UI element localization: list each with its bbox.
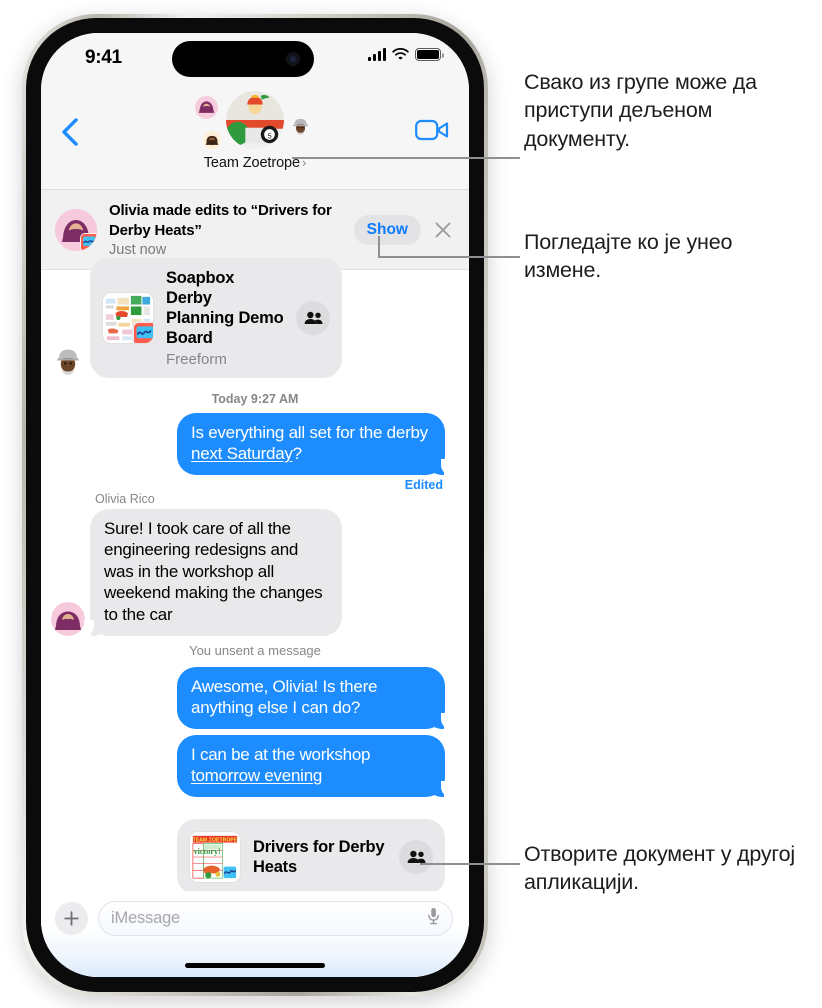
leader-line-1 bbox=[292, 157, 520, 159]
message-text: I can be at the workshop bbox=[191, 744, 371, 764]
dynamic-island bbox=[172, 41, 314, 77]
freeform-board-thumbnail bbox=[102, 291, 154, 344]
phone-screen: 9:41 5 Team Zoetrope › Olivia made edits… bbox=[41, 33, 469, 977]
message-row-attachment-top: Soapbox Derby Planning Demo Board Freefo… bbox=[41, 258, 469, 378]
battery-icon bbox=[415, 48, 444, 61]
message-text: Awesome, Olivia! Is there anything else … bbox=[191, 676, 378, 718]
olivia-avatar bbox=[55, 208, 97, 251]
leader-line-3 bbox=[420, 863, 520, 865]
attachment-meta: Soapbox Derby Planning Demo Board Freefo… bbox=[166, 268, 284, 368]
message-bubble-outgoing[interactable]: I can be at the workshop tomorrow evenin… bbox=[177, 734, 451, 797]
message-row-outgoing-3: I can be at the workshop tomorrow evenin… bbox=[41, 734, 469, 797]
attachment-card-soapbox-board[interactable]: Soapbox Derby Planning Demo Board Freefo… bbox=[90, 258, 342, 378]
show-button[interactable]: Show bbox=[353, 214, 421, 245]
message-text: Sure! I took care of all the engineering… bbox=[104, 518, 323, 624]
message-input-bar: iMessage bbox=[41, 891, 469, 977]
message-text: Is everything all set for the derby bbox=[191, 422, 428, 442]
svg-text:5: 5 bbox=[267, 131, 271, 140]
sender-name-label: Olivia Rico bbox=[95, 491, 155, 506]
group-avatar-stack[interactable]: 5 bbox=[41, 91, 469, 157]
attachment-card-drivers-derby[interactable]: TEAM ZOETROPE victory! Drivers for Derby… bbox=[177, 818, 445, 895]
attachment-title: Soapbox Derby Planning Demo Board bbox=[166, 269, 284, 348]
bubble-tail bbox=[433, 710, 451, 729]
message-bubble-outgoing[interactable]: Is everything all set for the derby next… bbox=[177, 412, 451, 475]
annotation-shared-document: Свако из групе може да приступи дељеном … bbox=[524, 70, 757, 151]
plus-icon[interactable] bbox=[55, 902, 88, 935]
conversation-timestamp: Today 9:27 AM bbox=[211, 391, 299, 406]
edited-badge: Edited bbox=[404, 477, 443, 492]
member-avatar-child bbox=[201, 129, 223, 151]
participants-icon[interactable] bbox=[296, 300, 330, 335]
bubble-tail bbox=[84, 617, 102, 636]
grandpa-memoji-avatar bbox=[51, 344, 85, 378]
phone-frame: 9:41 5 Team Zoetrope › Olivia made edits… bbox=[22, 14, 488, 996]
navigation-bar: 5 Team Zoetrope › bbox=[41, 85, 469, 190]
status-time: 9:41 bbox=[85, 47, 122, 68]
status-bar: 9:41 bbox=[41, 33, 469, 85]
wifi-icon bbox=[392, 48, 409, 60]
message-row-incoming-1: Sure! I took care of all the engineering… bbox=[41, 508, 469, 636]
notification-timestamp: Just now bbox=[109, 241, 167, 258]
message-link-date[interactable]: tomorrow evening bbox=[191, 766, 322, 785]
bubble-tail bbox=[433, 778, 451, 797]
message-bubble-incoming[interactable]: Sure! I took care of all the engineering… bbox=[84, 508, 342, 636]
screenshot-canvas: 9:41 5 Team Zoetrope › Olivia made edits… bbox=[0, 0, 822, 1008]
imessage-placeholder: iMessage bbox=[111, 909, 181, 927]
close-x-icon[interactable] bbox=[433, 220, 453, 240]
attachment-meta: Drivers for Derby Heats bbox=[253, 837, 387, 877]
facetime-video-icon[interactable] bbox=[415, 117, 449, 143]
group-photo-avatar: 5 bbox=[226, 91, 284, 149]
attachment-title: Drivers for Derby Heats bbox=[253, 837, 385, 876]
freeform-app-icon bbox=[132, 320, 153, 343]
notification-title: Olivia made edits to “Drivers for Derby … bbox=[109, 202, 332, 239]
freeform-app-badge bbox=[80, 232, 97, 251]
svg-text:victory!: victory! bbox=[194, 847, 221, 856]
notification-text: Olivia made edits to “Drivers for Derby … bbox=[109, 201, 354, 257]
message-bubble-outgoing[interactable]: Awesome, Olivia! Is there anything else … bbox=[177, 666, 451, 729]
olivia-memoji-avatar bbox=[51, 601, 85, 636]
message-link-date[interactable]: next Saturday bbox=[191, 444, 293, 463]
member-avatar-grandpa bbox=[287, 113, 314, 140]
leader-line-2-horizontal bbox=[378, 256, 520, 258]
message-row-attachment-bottom: TEAM ZOETROPE victory! Drivers for Derby… bbox=[41, 818, 469, 895]
annotation-see-who-edited: Погледајте ко је унео измене. bbox=[524, 230, 733, 283]
front-camera-icon bbox=[286, 52, 300, 66]
svg-text:TEAM ZOETROPE: TEAM ZOETROPE bbox=[193, 837, 238, 843]
home-indicator[interactable] bbox=[185, 963, 325, 968]
annotation-open-in-app: Отворите документ у другој апликацији. bbox=[524, 842, 795, 895]
participants-icon[interactable] bbox=[399, 839, 433, 874]
message-row-outgoing-1: Is everything all set for the derby next… bbox=[41, 412, 469, 475]
message-row-outgoing-2: Awesome, Olivia! Is there anything else … bbox=[41, 666, 469, 729]
message-text-tail: ? bbox=[292, 444, 302, 464]
leader-line-2-vertical bbox=[378, 236, 380, 258]
attachment-subtitle: Freeform bbox=[166, 350, 227, 368]
phone-bezel: 9:41 5 Team Zoetrope › Olivia made edits… bbox=[26, 18, 484, 992]
status-indicators bbox=[368, 48, 444, 61]
bubble-tail bbox=[433, 456, 451, 475]
cellular-signal-icon bbox=[368, 48, 386, 61]
microphone-icon[interactable] bbox=[427, 907, 440, 930]
member-avatar-olivia bbox=[193, 94, 220, 121]
group-name-label: Team Zoetrope bbox=[203, 155, 300, 171]
conversation-list[interactable]: Soapbox Derby Planning Demo Board Freefo… bbox=[41, 258, 469, 977]
system-note-unsent: You unsent a message bbox=[189, 642, 321, 658]
imessage-input[interactable]: iMessage bbox=[98, 901, 453, 936]
derby-heats-document-thumbnail: TEAM ZOETROPE victory! bbox=[189, 830, 241, 883]
